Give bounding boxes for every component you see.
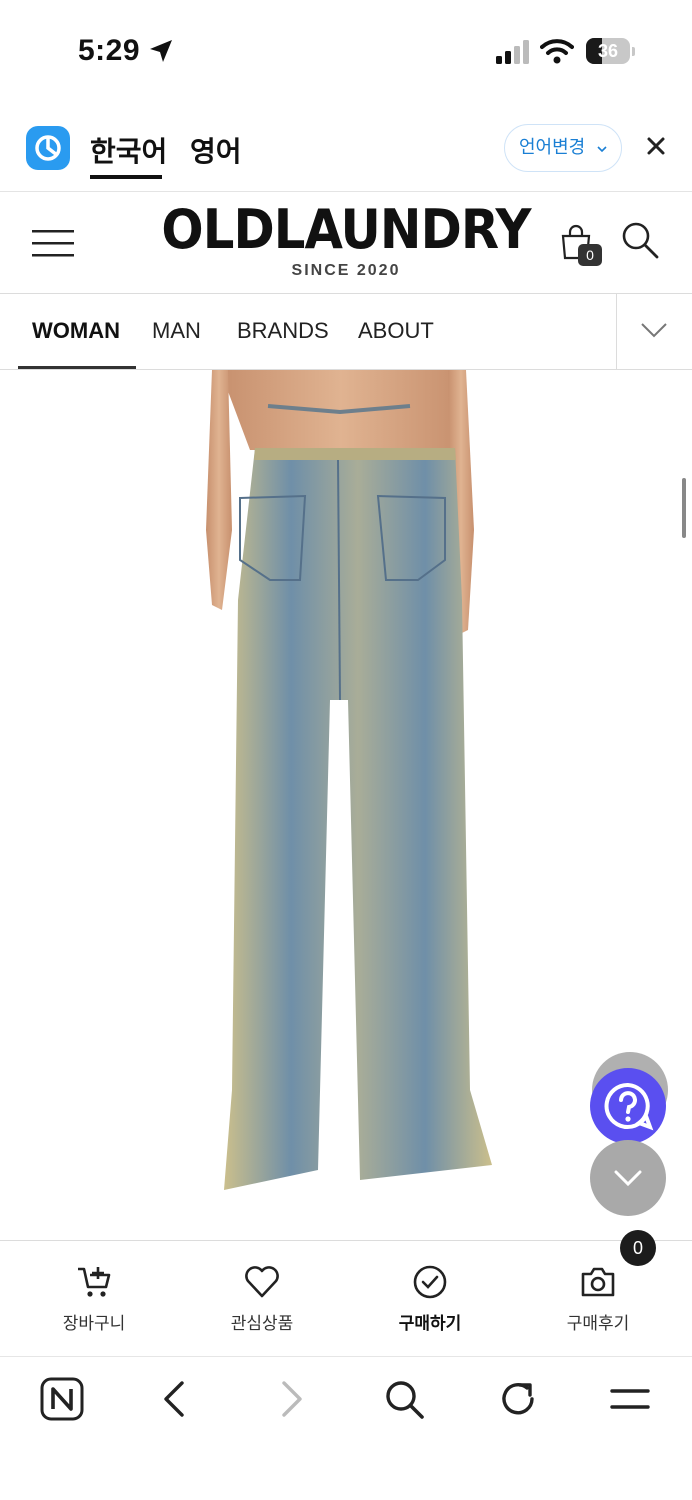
check-circle-icon: [413, 1265, 447, 1299]
camera-icon: [581, 1267, 615, 1297]
wifi-icon: [540, 39, 574, 64]
status-time: 5:29: [78, 34, 141, 67]
cart-count-badge: 0: [578, 244, 602, 266]
category-nav: WOMAN MAN BRANDS ABOUT: [0, 294, 692, 370]
nav-about[interactable]: ABOUT: [358, 318, 434, 344]
change-language-button[interactable]: 언어변경: [504, 124, 622, 172]
nav-woman[interactable]: WOMAN: [32, 318, 120, 344]
buy-now-label: 구매하기: [398, 1314, 462, 1333]
wishlist-label: 관심상품: [230, 1314, 294, 1333]
nav-man[interactable]: MAN: [152, 318, 201, 344]
menu-icon[interactable]: [608, 1377, 652, 1421]
reviews-label: 구매후기: [566, 1314, 630, 1333]
review-count-badge: 0: [620, 1230, 656, 1266]
chevron-down-icon: [614, 1170, 642, 1187]
back-icon[interactable]: [154, 1377, 198, 1421]
add-to-cart-label: 장바구니: [62, 1314, 126, 1333]
scrollbar[interactable]: [682, 478, 686, 538]
scroll-down-button[interactable]: [590, 1140, 666, 1216]
battery-level: 36: [597, 41, 619, 61]
buy-now-button[interactable]: 구매하기: [360, 1265, 500, 1334]
reload-icon[interactable]: [496, 1377, 540, 1421]
tab-korean[interactable]: 한국어: [90, 130, 167, 170]
active-tab-indicator: [90, 175, 162, 179]
wishlist-button[interactable]: 관심상품: [192, 1265, 332, 1334]
add-to-cart-button[interactable]: 장바구니: [24, 1265, 164, 1334]
heart-icon: [245, 1266, 279, 1298]
naver-n-icon[interactable]: [40, 1377, 84, 1421]
battery-icon: 36: [586, 38, 636, 64]
cart-add-icon: [78, 1267, 111, 1297]
location-arrow-icon: [150, 40, 172, 62]
translate-app-logo: [26, 126, 70, 170]
chevron-down-icon: [597, 146, 607, 153]
product-image[interactable]: [0, 370, 692, 1240]
forward-icon[interactable]: [268, 1377, 312, 1421]
product-action-bar: 장바구니 관심상품 구매하기 구매후기: [0, 1240, 692, 1356]
close-icon[interactable]: [644, 134, 668, 158]
active-nav-indicator: [18, 366, 136, 369]
chevron-down-icon[interactable]: [640, 320, 668, 340]
jeans-illustration: [206, 370, 492, 1190]
nav-brands[interactable]: BRANDS: [237, 318, 329, 344]
site-header: OLDLAUNDRY SINCE 2020 0: [0, 192, 692, 294]
question-chat-icon: [604, 1082, 654, 1131]
translation-bar: 한국어 영어 언어변경: [0, 104, 692, 192]
reviews-button[interactable]: 구매후기: [528, 1265, 668, 1334]
signal-icon: [496, 40, 529, 64]
status-bar: 5:29 36: [0, 0, 692, 100]
tab-english[interactable]: 영어: [190, 130, 242, 170]
help-chat-button[interactable]: [590, 1068, 666, 1144]
search-icon[interactable]: [620, 220, 660, 260]
browser-toolbar: [0, 1356, 692, 1500]
change-language-label: 언어변경: [519, 137, 586, 157]
nav-divider: [616, 294, 617, 370]
search-icon[interactable]: [382, 1377, 426, 1421]
